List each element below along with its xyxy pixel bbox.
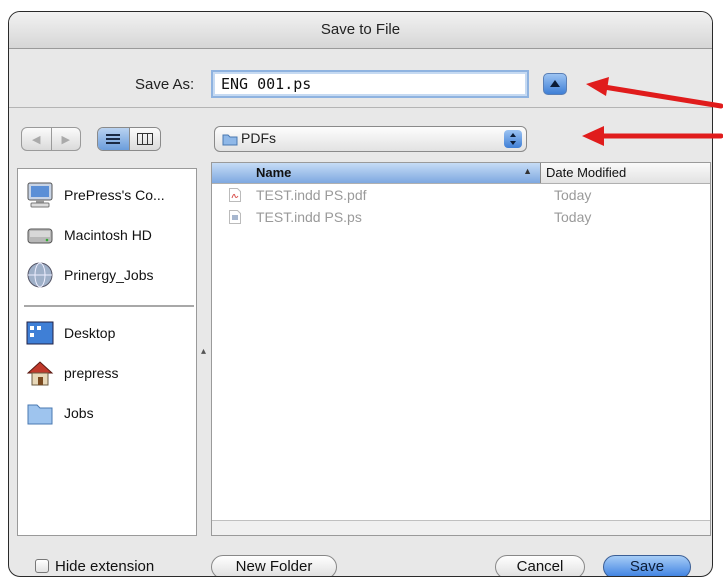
back-arrow-icon: ◀ (32, 133, 41, 146)
computer-icon (27, 182, 53, 208)
hide-extension-checkbox[interactable] (35, 559, 49, 573)
list-item[interactable]: TEST.indd PS.pdf Today (212, 185, 710, 207)
cancel-button[interactable]: Cancel (495, 555, 585, 576)
sidebar-item-label: prepress (64, 365, 119, 381)
sidebar-item-computer[interactable]: PrePress's Co... (22, 177, 192, 213)
hard-drive-icon (27, 228, 53, 244)
sort-ascending-icon: ▲ (523, 166, 532, 176)
sidebar-item-label: Prinergy_Jobs (64, 267, 154, 283)
forward-button[interactable]: ▶ (50, 128, 81, 150)
dialog-title: Save to File (9, 12, 712, 49)
back-button[interactable]: ◀ (22, 128, 51, 150)
save-as-input[interactable] (211, 70, 529, 98)
list-item[interactable]: TEST.indd PS.ps Today (212, 207, 710, 229)
pdf-file-icon (229, 188, 241, 202)
desktop-icon (26, 321, 54, 345)
sidebar: PrePress's Co... Macintosh HD Prinergy_J… (17, 168, 197, 536)
column-view-button[interactable] (128, 128, 160, 150)
hide-extension-label: Hide extension (55, 558, 155, 575)
pane-splitter[interactable]: ▴ (197, 168, 211, 536)
sidebar-item-label: Macintosh HD (64, 227, 152, 243)
sidebar-item-macintosh-hd[interactable]: Macintosh HD (22, 217, 192, 253)
list-view-icon (106, 134, 121, 144)
expand-dialog-button[interactable] (543, 73, 567, 95)
popup-arrows-icon (504, 130, 522, 148)
save-button[interactable]: Save (603, 555, 691, 576)
folder-icon (27, 404, 53, 425)
list-view-button[interactable] (98, 128, 129, 150)
sidebar-item-prinergy-jobs[interactable]: Prinergy_Jobs (22, 257, 192, 293)
column-header-date[interactable]: Date Modified (546, 165, 626, 180)
current-folder-label: PDFs (241, 130, 276, 146)
sidebar-item-prepress[interactable]: prepress (22, 355, 192, 391)
column-view-icon (136, 133, 153, 145)
column-header: Name ▲ Date Modified (212, 163, 710, 184)
sidebar-item-label: PrePress's Co... (64, 187, 165, 203)
back-forward-control: ◀ ▶ (21, 127, 81, 151)
home-icon (26, 361, 54, 386)
sidebar-item-label: Desktop (64, 325, 116, 341)
red-arrow-annotation (586, 77, 723, 109)
new-folder-button[interactable]: New Folder (211, 555, 337, 576)
folder-popup[interactable]: PDFs (214, 126, 527, 152)
folder-icon (222, 134, 238, 146)
sidebar-item-desktop[interactable]: Desktop (22, 315, 192, 351)
splitter-handle-icon: ▴ (201, 346, 207, 357)
file-name: TEST.indd PS.pdf (256, 187, 367, 203)
sidebar-item-jobs[interactable]: Jobs (22, 395, 192, 431)
ps-file-icon (229, 210, 241, 224)
network-volume-icon (27, 262, 53, 288)
save-as-label: Save As: (135, 76, 195, 93)
red-arrow-annotation (582, 126, 723, 146)
forward-arrow-icon: ▶ (61, 133, 70, 146)
sidebar-divider (24, 305, 194, 307)
column-header-name[interactable]: Name ▲ (212, 163, 541, 183)
file-date: Today (554, 209, 592, 225)
horizontal-scrollbar[interactable] (212, 520, 710, 535)
file-date: Today (554, 187, 592, 203)
file-list: Name ▲ Date Modified TEST.indd PS.pdf To… (211, 162, 711, 536)
view-mode-control (97, 127, 161, 151)
file-name: TEST.indd PS.ps (256, 209, 362, 225)
sidebar-item-label: Jobs (64, 405, 94, 421)
column-label: Name (256, 165, 292, 180)
